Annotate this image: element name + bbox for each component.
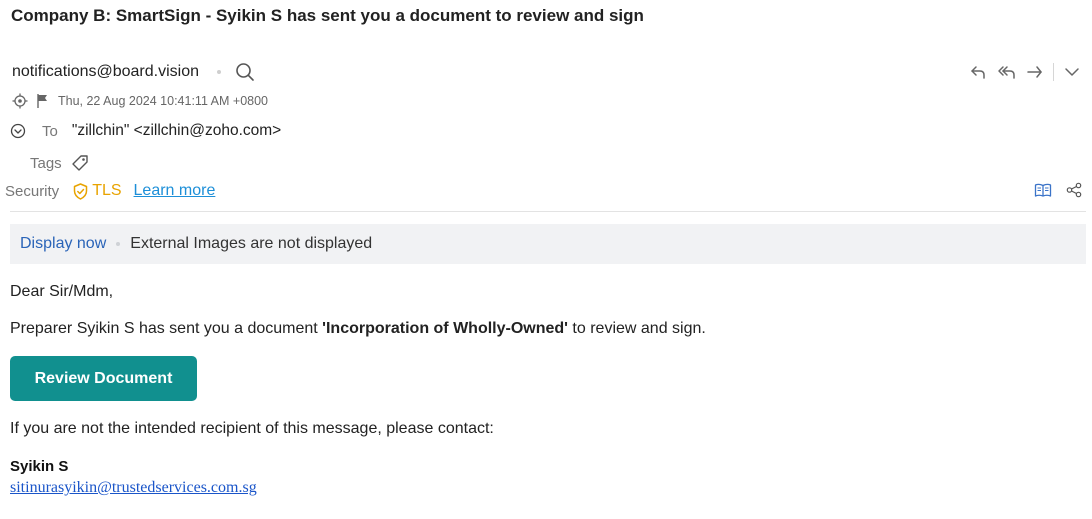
signature-email-link[interactable]: sitinurasyikin@trustedservices.com.sg [10,479,257,497]
share-icon[interactable] [1066,182,1082,198]
reply-icon[interactable] [965,62,993,82]
message-actions [965,62,1086,82]
email-subject: Company B: SmartSign - Syikin S has sent… [11,6,644,25]
review-document-button[interactable]: Review Document [10,356,197,401]
email-date: Thu, 22 Aug 2024 10:41:11 AM +0800 [58,94,269,108]
banner-info: External Images are not displayed [130,235,373,252]
banner-separator [116,242,121,246]
tags-row: Tags [30,153,90,173]
header-divider [10,211,1086,212]
meta-row: Thu, 22 Aug 2024 10:41:11 AM +0800 [12,93,268,109]
message-paragraph: Preparer Syikin S has sent you a documen… [10,320,706,338]
greeting: Dear Sir/Mdm, [10,283,114,300]
signature-name: Syikin S [10,458,69,475]
shield-icon [73,182,88,200]
sender-address[interactable]: notifications@board.vision [12,63,199,81]
book-icon[interactable] [1034,182,1052,198]
security-label: Security [5,182,60,200]
display-now-link[interactable]: Display now [20,235,106,253]
flag-icon[interactable] [36,93,50,109]
para-suffix: to review and sign. [567,320,706,337]
tag-icon[interactable] [70,153,90,173]
forward-icon[interactable] [1021,62,1049,82]
target-icon[interactable] [12,93,28,109]
tls-text: TLS [92,182,122,199]
external-images-banner: Display now External Images are not disp… [10,224,1086,264]
reply-all-icon[interactable] [993,62,1021,82]
document-name: 'Incorporation of Wholly-Owned' [322,320,568,337]
contact-line: If you are not the intended recipient of… [10,420,494,437]
actions-divider [1053,63,1054,81]
tls-badge: TLS [73,182,122,200]
more-chevron-icon[interactable] [1058,62,1086,82]
separator-dot [217,70,222,74]
to-label: To [42,122,58,140]
security-row: Security TLS Learn more [5,181,215,201]
learn-more-link[interactable]: Learn more [134,182,216,200]
search-icon[interactable] [235,62,255,82]
para-prefix: Preparer Syikin S has sent you a documen… [10,320,323,337]
view-tools [1034,182,1082,198]
expand-icon[interactable] [10,123,26,139]
recipient[interactable]: "zillchin" <zillchin@zoho.com> [72,122,281,140]
tags-label: Tags [30,154,62,172]
sender-row: notifications@board.vision [12,62,255,82]
to-row: To "zillchin" <zillchin@zoho.com> [10,121,281,141]
